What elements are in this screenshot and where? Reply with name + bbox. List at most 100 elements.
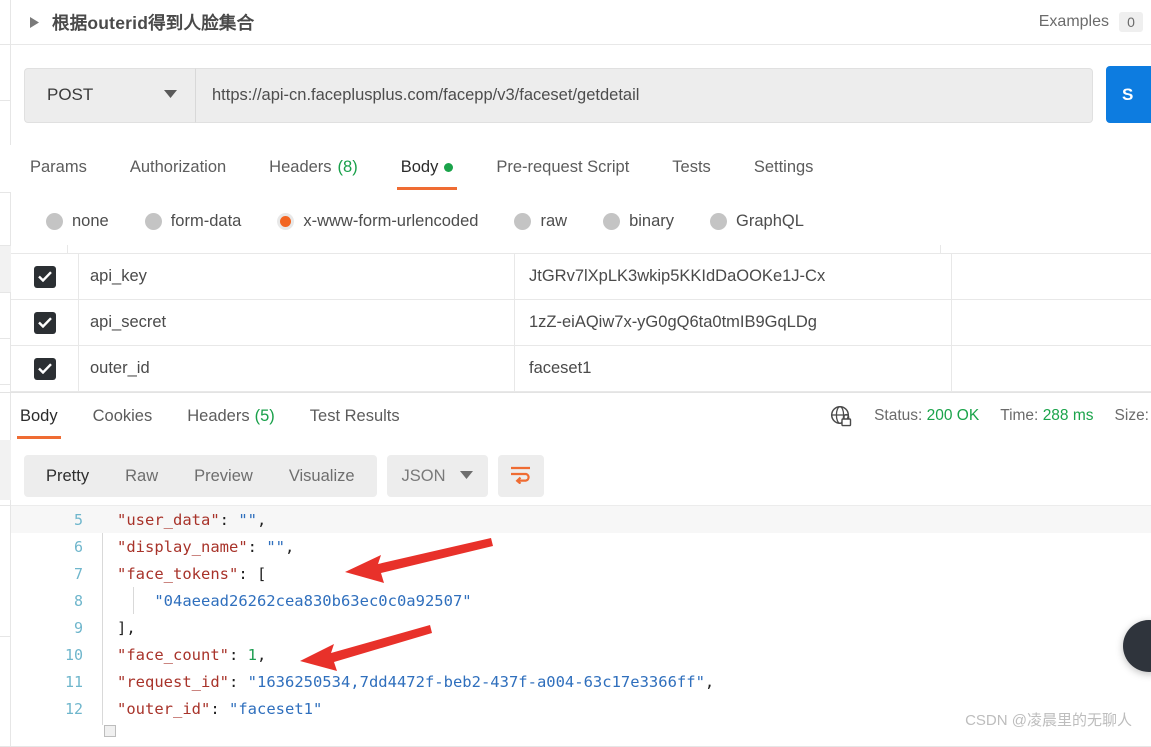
tab-pre-request-script[interactable]: Pre-request Script [496, 145, 629, 190]
line-number: 6 [73, 537, 83, 556]
status-badge: Status: 200 OK [874, 407, 979, 425]
code-line: 11 "request_id": "1636250534,7dd4472f-be… [11, 668, 1151, 695]
body-params-table: api_key JtGRv7lXpLK3wkip5KKIdDaOOKe1J-Cx… [11, 253, 1151, 393]
row-checkbox-cell[interactable] [11, 357, 78, 380]
body-active-dot-icon [444, 163, 454, 172]
body-mode-form-data-label: form-data [170, 212, 242, 230]
body-mode-graphql[interactable]: GraphQL [710, 212, 804, 231]
row-checkbox-cell[interactable] [11, 311, 78, 334]
tab-params-label: Params [30, 158, 87, 176]
tab-params[interactable]: Params [30, 145, 87, 190]
checkbox-checked-icon[interactable] [33, 265, 56, 288]
left-edge-strip [0, 0, 11, 747]
request-tabs: Params Authorization Headers (8) Body Pr… [11, 145, 1151, 190]
code-line-text: "face_tokens": [ [117, 564, 267, 583]
line-number: 12 [64, 699, 83, 718]
tab-settings-label: Settings [753, 158, 814, 176]
indent-guide [133, 587, 134, 614]
response-body-code[interactable]: 5 "user_data": "", 6 "display_name": "",… [11, 505, 1151, 739]
body-mode-x-www-form-urlencoded[interactable]: x-www-form-urlencoded [277, 212, 478, 231]
code-line-text: "display_name": "", [117, 537, 295, 556]
wrap-lines-icon [509, 464, 533, 489]
globe-lock-icon[interactable] [829, 404, 853, 428]
body-mode-graphql-label: GraphQL [736, 212, 804, 230]
view-mode-pretty[interactable]: Pretty [28, 455, 107, 497]
response-format-label: JSON [401, 466, 446, 485]
code-line: 6 "display_name": "", [11, 533, 1151, 560]
examples-label[interactable]: Examples [1039, 13, 1109, 31]
status-value: 200 OK [926, 407, 980, 424]
tab-body[interactable]: Body [396, 145, 457, 190]
param-value[interactable]: JtGRv7lXpLK3wkip5KKIdDaOOKe1J-Cx [515, 254, 1151, 300]
response-tab-cookies[interactable]: Cookies [93, 393, 153, 439]
row-checkbox-cell[interactable] [11, 265, 78, 288]
tab-headers[interactable]: Headers (8) [269, 145, 358, 190]
code-line: 9 ], [11, 614, 1151, 641]
line-number: 11 [64, 672, 83, 691]
tab-body-label: Body [400, 158, 439, 176]
tab-authorization[interactable]: Authorization [130, 145, 226, 190]
code-line-text: "outer_id": "faceset1" [117, 699, 323, 718]
chevron-down-icon [459, 470, 473, 482]
time-badge: Time: 288 ms [1000, 407, 1093, 425]
response-tab-test-results[interactable]: Test Results [310, 393, 400, 439]
response-tab-body[interactable]: Body [17, 393, 61, 439]
view-mode-preview[interactable]: Preview [176, 455, 271, 497]
body-mode-raw[interactable]: raw [514, 212, 567, 231]
response-meta: Status: 200 OK Time: 288 ms Size: [829, 393, 1151, 439]
line-number: 10 [64, 645, 83, 664]
tab-headers-count: (8) [337, 158, 358, 176]
view-mode-raw[interactable]: Raw [107, 455, 176, 497]
param-value[interactable]: faceset1 [515, 346, 1151, 392]
url-input[interactable]: https://api-cn.faceplusplus.com/facepp/v… [196, 67, 1093, 123]
param-key[interactable]: api_key [78, 253, 515, 300]
response-tab-headers-count: (5) [254, 406, 275, 425]
http-method-select[interactable]: POST [24, 67, 196, 123]
body-mode-none[interactable]: none [46, 212, 109, 231]
code-line: 10 "face_count": 1, [11, 641, 1151, 668]
response-tab-headers[interactable]: Headers (5) [187, 393, 275, 439]
response-format-select[interactable]: JSON [386, 455, 488, 497]
checkbox-checked-icon[interactable] [33, 311, 56, 334]
checkbox-checked-icon[interactable] [33, 357, 56, 380]
watermark: CSDN @凌晨里的无聊人 [965, 712, 1132, 729]
request-title-bar: 根据outerid得到人脸集合 Examples 0 [11, 0, 1151, 45]
line-number: 7 [73, 564, 83, 583]
tab-settings[interactable]: Settings [754, 145, 814, 190]
wrap-lines-button[interactable] [497, 455, 544, 497]
code-fold-marker[interactable] [104, 725, 116, 737]
param-key[interactable]: api_secret [78, 299, 515, 346]
radio-icon [603, 213, 621, 230]
tab-pre-request-script-label: Pre-request Script [496, 158, 630, 176]
table-row[interactable]: outer_id faceset1 [11, 345, 1151, 392]
radio-icon [514, 213, 532, 230]
line-number: 9 [73, 618, 83, 637]
code-line-text: "request_id": "1636250534,7dd4472f-beb2-… [117, 672, 715, 691]
code-line: 8 "04aeead26262cea830b63ec0c0a92507" [11, 587, 1151, 614]
chevron-down-icon [164, 89, 177, 101]
radio-icon [710, 213, 728, 230]
response-tab-headers-label: Headers [187, 406, 250, 425]
param-key[interactable]: outer_id [78, 345, 515, 392]
tab-tests[interactable]: Tests [672, 145, 711, 190]
table-header-stub [11, 245, 1151, 253]
param-value[interactable]: 1zZ-eiAQiw7x-yG0gQ6ta0tmIB9GqLDg [515, 300, 1151, 346]
table-row[interactable]: api_secret 1zZ-eiAQiw7x-yG0gQ6ta0tmIB9Gq… [11, 299, 1151, 346]
body-mode-binary[interactable]: binary [603, 212, 674, 231]
body-mode-x-www-form-urlencoded-label: x-www-form-urlencoded [303, 212, 479, 230]
send-button[interactable]: S [1106, 66, 1151, 123]
response-tab-body-label: Body [20, 406, 58, 425]
examples-count-badge: 0 [1119, 12, 1143, 32]
title-bar-right: Examples 0 [1039, 12, 1151, 32]
body-mode-form-data[interactable]: form-data [144, 212, 242, 231]
time-value: 288 ms [1042, 407, 1094, 424]
view-mode-visualize[interactable]: Visualize [271, 455, 373, 497]
radio-selected-icon [277, 213, 295, 230]
postman-window: 根据outerid得到人脸集合 Examples 0 POST https://… [0, 0, 1151, 747]
tab-tests-label: Tests [672, 158, 711, 176]
table-row[interactable]: api_key JtGRv7lXpLK3wkip5KKIdDaOOKe1J-Cx [11, 253, 1151, 300]
url-bar: POST https://api-cn.faceplusplus.com/fac… [11, 45, 1151, 145]
page-title: 根据outerid得到人脸集合 [52, 12, 255, 33]
response-tab-test-results-label: Test Results [309, 406, 400, 425]
radio-icon [46, 213, 63, 230]
